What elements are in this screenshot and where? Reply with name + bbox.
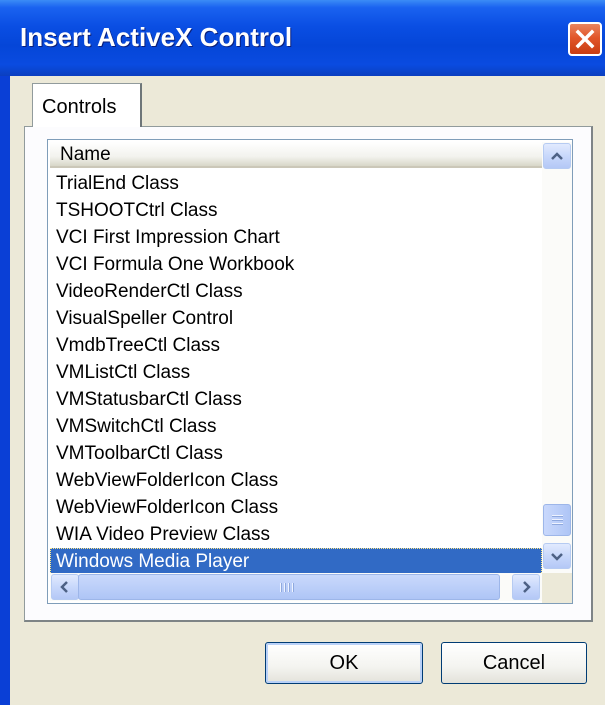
list-item[interactable]: TrialEnd Class bbox=[50, 170, 542, 197]
list-item[interactable]: VCI Formula One Workbook bbox=[50, 251, 542, 278]
column-header-name[interactable]: Name bbox=[50, 142, 542, 168]
list-item[interactable]: VCI First Impression Chart bbox=[50, 224, 542, 251]
list-item[interactable]: WebViewFolderIcon Class bbox=[50, 494, 542, 521]
list-item[interactable]: VMListCtl Class bbox=[50, 359, 542, 386]
close-button[interactable] bbox=[568, 22, 602, 56]
list-item[interactable]: VMToolbarCtl Class bbox=[50, 440, 542, 467]
chevron-right-icon bbox=[523, 581, 531, 593]
horizontal-scroll-thumb[interactable] bbox=[78, 574, 500, 600]
chevron-up-icon bbox=[551, 152, 563, 160]
thumb-grip bbox=[280, 583, 282, 592]
thumb-grip bbox=[288, 583, 290, 592]
thumb-grip bbox=[552, 523, 563, 525]
ok-button[interactable]: OK bbox=[265, 642, 423, 684]
thumb-grip bbox=[292, 583, 294, 592]
list-item[interactable]: TSHOOTCtrl Class bbox=[50, 197, 542, 224]
list-item[interactable]: VideoRenderCtl Class bbox=[50, 278, 542, 305]
tab-controls-label: Controls bbox=[42, 96, 117, 118]
thumb-grip bbox=[552, 519, 563, 521]
scrollbar-corner bbox=[542, 573, 572, 603]
vertical-scroll-thumb[interactable] bbox=[543, 504, 571, 536]
tab-controls[interactable]: Controls bbox=[32, 83, 142, 127]
scroll-up-button[interactable] bbox=[543, 143, 571, 169]
chevron-down-icon bbox=[551, 553, 563, 561]
column-header-label: Name bbox=[60, 144, 111, 165]
list-item-selected[interactable]: Windows Media Player bbox=[50, 548, 542, 575]
close-icon bbox=[575, 29, 595, 49]
window-title: Insert ActiveX Control bbox=[20, 22, 293, 52]
list-body: TrialEnd Class TSHOOTCtrl Class VCI Firs… bbox=[50, 170, 542, 575]
dialog-client-area: Controls Name TrialEnd Class TSHOOTCtrl … bbox=[10, 76, 605, 705]
thumb-grip bbox=[552, 515, 563, 517]
list-item[interactable]: VisualSpeller Control bbox=[50, 305, 542, 332]
title-bar[interactable]: Insert ActiveX Control bbox=[0, 0, 605, 76]
vertical-scrollbar[interactable] bbox=[542, 142, 572, 573]
controls-list[interactable]: Name TrialEnd Class TSHOOTCtrl Class VCI… bbox=[47, 139, 573, 604]
list-item[interactable]: WIA Video Preview Class bbox=[50, 521, 542, 548]
list-item[interactable]: WebViewFolderIcon Class bbox=[50, 467, 542, 494]
cancel-button[interactable]: Cancel bbox=[441, 642, 587, 684]
list-item[interactable]: VMSwitchCtl Class bbox=[50, 413, 542, 440]
scroll-right-button[interactable] bbox=[512, 574, 540, 600]
list-item[interactable]: VMStatusbarCtl Class bbox=[50, 386, 542, 413]
dialog-window: Insert ActiveX Control Controls Name Tri… bbox=[0, 0, 605, 705]
thumb-grip bbox=[284, 583, 286, 592]
list-item[interactable]: VmdbTreeCtl Class bbox=[50, 332, 542, 359]
scroll-left-button[interactable] bbox=[51, 574, 79, 600]
chevron-left-icon bbox=[60, 581, 68, 593]
tab-panel-controls: Name TrialEnd Class TSHOOTCtrl Class VCI… bbox=[24, 126, 593, 622]
scroll-down-button[interactable] bbox=[543, 543, 571, 569]
horizontal-scrollbar[interactable] bbox=[50, 573, 542, 601]
